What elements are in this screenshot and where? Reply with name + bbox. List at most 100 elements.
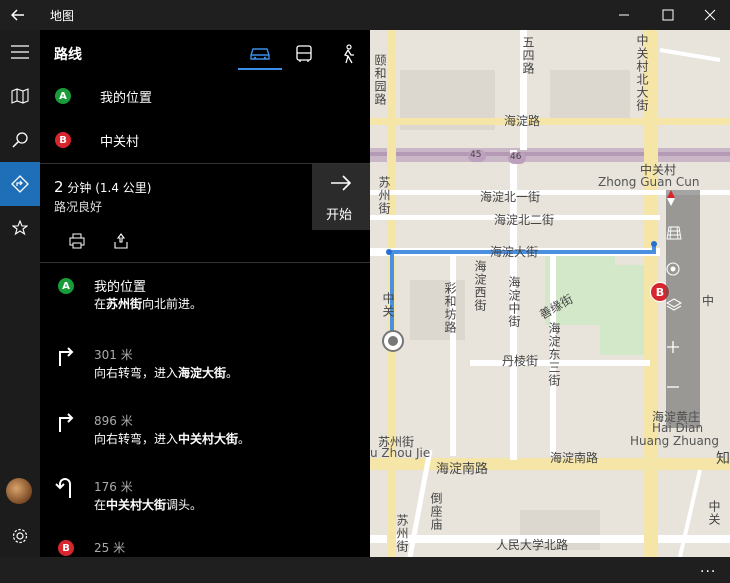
map-canvas[interactable]: 45 46 五四路 中关村北大街 颐和园路 海淀路 中关村 Zhong Guan…	[370, 30, 730, 557]
map-label: 苏州街	[395, 514, 409, 553]
close-icon	[704, 9, 716, 21]
mode-driving-tab[interactable]	[238, 38, 282, 70]
layers-icon	[666, 298, 682, 311]
map-label: 海淀西街	[473, 260, 487, 312]
mode-walking-tab[interactable]	[326, 38, 370, 70]
route-summary[interactable]: 2 分钟 (1.4 公里) 路况良好 开始	[40, 164, 370, 264]
directions-icon	[11, 175, 29, 193]
maximize-icon	[662, 9, 674, 21]
badge-a: A	[55, 88, 71, 104]
hamburger-button[interactable]	[0, 30, 40, 74]
arrow-right-icon	[331, 175, 352, 191]
start-waypoint-label: 我的位置	[100, 91, 153, 106]
share-button[interactable]	[110, 230, 132, 252]
search-icon	[12, 132, 28, 148]
print-icon	[69, 233, 85, 249]
panel-title: 路线	[54, 47, 82, 63]
map-label: 海淀大街	[490, 245, 539, 259]
plus-icon	[667, 341, 679, 353]
route-time-value: 2	[54, 178, 64, 196]
step-title: 我的位置	[94, 280, 147, 295]
minus-icon	[667, 386, 679, 388]
grid-icon	[666, 226, 682, 240]
end-waypoint[interactable]: B 中关村	[40, 119, 370, 161]
map-label: 人民大学北路	[496, 538, 569, 552]
walk-icon	[344, 44, 354, 64]
mode-transit-tab[interactable]	[282, 38, 326, 70]
badge-b: B	[58, 540, 74, 556]
layers-button[interactable]	[666, 298, 700, 334]
map-label: 海淀北一街	[480, 190, 541, 204]
settings-nav-button[interactable]	[0, 514, 40, 558]
compass-icon	[667, 190, 675, 206]
u-turn-icon	[55, 478, 71, 498]
map-label: 丹棱街	[502, 354, 539, 368]
direction-step[interactable]: 896 米 向右转弯，进入中关村大街。	[40, 400, 370, 466]
step-instruction: 向右转弯，进入中关村大街。	[94, 432, 251, 446]
start-waypoint[interactable]: A 我的位置	[40, 75, 370, 117]
route-traffic: 路况良好	[54, 200, 103, 214]
map-controls	[666, 190, 700, 428]
panel-header: 路线	[40, 30, 370, 75]
route-time: 2 分钟 (1.4 公里)	[54, 178, 151, 196]
close-button[interactable]	[688, 0, 730, 30]
map-label: u Zhou Jie	[370, 446, 431, 460]
direction-step[interactable]: 301 米 向右转弯，进入海淀大街。	[40, 334, 370, 400]
divider	[40, 262, 370, 263]
map-icon	[11, 88, 29, 104]
avatar[interactable]	[6, 478, 32, 504]
map-nav-button[interactable]	[0, 74, 40, 118]
map-label: 海淀东三街	[547, 322, 561, 387]
end-waypoint-label: 中关村	[100, 135, 140, 150]
back-arrow-icon	[11, 9, 24, 21]
badge-a: A	[58, 278, 74, 294]
step-distance: 25 米	[94, 541, 126, 555]
zoom-in-button[interactable]	[666, 340, 700, 376]
directions-nav-button[interactable]	[0, 162, 40, 206]
map-label: 海淀北二街	[494, 213, 555, 227]
car-icon	[250, 48, 270, 60]
locate-icon	[666, 262, 680, 276]
route-time-unit: 分钟	[67, 181, 92, 195]
start-button-label: 开始	[326, 208, 353, 223]
map-label: 海淀南路	[550, 451, 599, 465]
back-button[interactable]	[0, 0, 36, 30]
minimize-icon	[619, 14, 629, 16]
map-label: 中	[702, 294, 715, 308]
step-distance: 301 米	[94, 348, 133, 362]
map-label: 中关	[381, 292, 395, 318]
direction-step[interactable]: 176 米 在中关村大街调头。	[40, 466, 370, 532]
print-button[interactable]	[66, 230, 88, 252]
maximize-button[interactable]	[646, 0, 690, 30]
more-options-button[interactable]: ...	[700, 560, 716, 576]
nav-rail	[0, 30, 40, 557]
favorites-nav-button[interactable]	[0, 206, 40, 250]
turn-right-icon	[59, 347, 74, 366]
direction-step[interactable]: B 25 米	[40, 532, 370, 557]
gear-icon	[12, 528, 28, 544]
route-distance: (1.4 公里)	[95, 181, 152, 195]
map-label: Huang Zhuang	[630, 434, 720, 448]
map-label: 倒座庙	[429, 492, 443, 531]
map-label: 知	[716, 451, 730, 467]
minimize-button[interactable]	[602, 0, 646, 30]
title-bar: 地图	[0, 0, 730, 30]
map-label: 海淀南路	[436, 462, 489, 477]
hamburger-icon	[11, 45, 29, 59]
search-nav-button[interactable]	[0, 118, 40, 162]
current-location-marker[interactable]	[382, 330, 404, 352]
start-navigation-button[interactable]: 开始	[312, 164, 370, 230]
map-label: 颐和园路	[373, 54, 387, 106]
road-shield-45: 45	[470, 150, 482, 160]
zoom-out-button[interactable]	[666, 380, 700, 416]
step-instruction: 向右转弯，进入海淀大街。	[94, 366, 239, 380]
locate-button[interactable]	[666, 262, 700, 298]
directions-panel: 路线 A 我的位置 B 中关村 2 分钟 (1.4 公里) 路况良好 开始 A …	[40, 30, 370, 557]
step-instruction: 在苏州街向北前进。	[94, 297, 203, 311]
step-instruction: 在中关村大街调头。	[94, 498, 203, 512]
direction-step[interactable]: A 我的位置 在苏州街向北前进。	[40, 268, 370, 334]
tilt-button[interactable]	[666, 226, 700, 262]
compass-button[interactable]	[666, 190, 700, 226]
map-label: Zhong Guan Cun	[598, 175, 700, 189]
map-label: 苏州街	[377, 176, 391, 215]
